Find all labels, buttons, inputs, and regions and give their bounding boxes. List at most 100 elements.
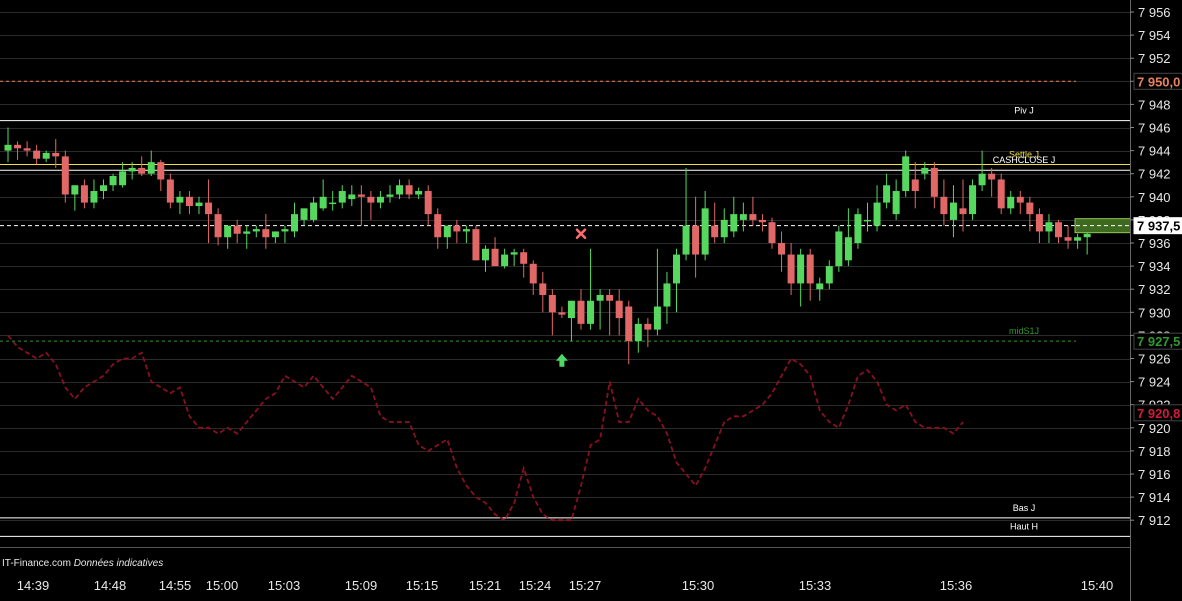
candle-body bbox=[262, 229, 270, 238]
level-label: midS1J bbox=[1009, 326, 1039, 336]
y-tick-label: 7 956 bbox=[1138, 5, 1171, 20]
candle-body bbox=[138, 167, 146, 174]
candle-body bbox=[119, 171, 127, 186]
candle-body bbox=[291, 214, 298, 232]
candle-body bbox=[424, 191, 432, 215]
y-tick-label: 7 926 bbox=[1138, 352, 1171, 367]
candle-body bbox=[271, 231, 279, 238]
x-tick-label: 15:36 bbox=[940, 578, 973, 593]
candle-body bbox=[157, 162, 165, 180]
price-axis-bg bbox=[1130, 0, 1182, 601]
candle-body bbox=[787, 254, 795, 284]
candle-body bbox=[1074, 237, 1082, 241]
candle-body bbox=[997, 179, 1005, 209]
x-tick-label: 14:39 bbox=[17, 578, 50, 593]
candlestick-chart[interactable]: Piv JSettle JCASHCLOSE JmidS1JBas JHaut … bbox=[0, 0, 1182, 601]
candle bbox=[472, 225, 480, 261]
candle-body bbox=[281, 229, 289, 232]
candle-body bbox=[653, 306, 661, 330]
y-tick-label: 7 944 bbox=[1138, 144, 1171, 159]
candle-body bbox=[1035, 214, 1043, 232]
candle-body bbox=[548, 294, 556, 313]
candle-body bbox=[844, 237, 852, 261]
candle-body bbox=[1007, 196, 1015, 209]
candle-body bbox=[329, 202, 337, 205]
y-tick-label: 7 930 bbox=[1138, 305, 1171, 320]
x-tick-label: 15:30 bbox=[682, 578, 715, 593]
candle-body bbox=[472, 229, 480, 261]
candle-body bbox=[462, 229, 470, 232]
candle-body bbox=[1055, 222, 1062, 238]
x-tick-label: 15:27 bbox=[569, 578, 602, 593]
candle-body bbox=[434, 214, 442, 238]
price-tag: 7 920,8 bbox=[1133, 404, 1182, 422]
candle-body bbox=[768, 222, 776, 243]
candle-body bbox=[195, 202, 203, 207]
x-tick-label: 15:21 bbox=[469, 578, 502, 593]
candle-body bbox=[338, 191, 346, 203]
x-tick-label: 15:09 bbox=[345, 578, 378, 593]
candle-body bbox=[1045, 222, 1053, 232]
candle-body bbox=[453, 225, 461, 232]
candle-body bbox=[634, 323, 642, 342]
candle-body bbox=[233, 225, 241, 234]
candle-body bbox=[797, 254, 805, 284]
candle-body bbox=[940, 196, 948, 215]
x-tick-label: 15:03 bbox=[268, 578, 301, 593]
candle-body bbox=[42, 152, 50, 159]
x-tick-label: 15:40 bbox=[1081, 578, 1114, 593]
candle-body bbox=[692, 225, 700, 255]
candle-body bbox=[730, 214, 738, 232]
candle-body bbox=[873, 202, 881, 226]
candle-body bbox=[90, 191, 98, 203]
level-label: CASHCLOSE J bbox=[993, 155, 1056, 165]
candle-body bbox=[883, 185, 891, 203]
x-tick-label: 15:00 bbox=[206, 578, 239, 593]
price-tag-label: 7 950,0 bbox=[1137, 74, 1180, 89]
candle-body bbox=[14, 144, 22, 149]
candle-body bbox=[539, 283, 547, 295]
candle-body bbox=[443, 225, 451, 238]
candle bbox=[854, 208, 862, 249]
candle-body bbox=[701, 208, 709, 255]
y-tick-label: 7 912 bbox=[1138, 513, 1171, 528]
candle-body bbox=[386, 194, 394, 197]
source-disclaimer: Données indicatives bbox=[73, 558, 164, 569]
candle-body bbox=[816, 283, 824, 290]
candle-body bbox=[892, 191, 900, 215]
candle-body bbox=[205, 202, 213, 215]
candle-body bbox=[348, 194, 356, 200]
level-label: Bas J bbox=[1013, 503, 1036, 513]
y-tick-label: 7 952 bbox=[1138, 51, 1171, 66]
candle-body bbox=[596, 294, 604, 301]
candle-body bbox=[33, 150, 41, 159]
candle-body bbox=[921, 167, 929, 174]
candle-body bbox=[166, 179, 174, 203]
x-tick-label: 15:24 bbox=[519, 578, 552, 593]
candle-body bbox=[224, 225, 232, 238]
candle-body bbox=[415, 191, 423, 195]
candle-body bbox=[988, 173, 996, 180]
candle-body bbox=[510, 252, 518, 255]
price-tag-label: 7 920,8 bbox=[1137, 406, 1180, 421]
y-tick-label: 7 934 bbox=[1138, 259, 1171, 274]
y-tick-label: 7 916 bbox=[1138, 467, 1171, 482]
candle-body bbox=[405, 185, 413, 195]
candle-body bbox=[147, 162, 155, 174]
candle-body bbox=[243, 231, 251, 234]
x-tick-label: 14:55 bbox=[159, 578, 192, 593]
candle-body bbox=[969, 185, 977, 215]
candle-body bbox=[109, 176, 117, 186]
candle-body bbox=[749, 214, 757, 220]
candle-body bbox=[61, 156, 69, 195]
candle-body bbox=[52, 152, 60, 157]
candle-body bbox=[376, 196, 384, 203]
source-note: IT-Finance.com Données indicatives bbox=[2, 558, 163, 569]
level-label: Piv J bbox=[1014, 106, 1034, 116]
level-label: Haut H bbox=[1010, 521, 1038, 531]
candle-body bbox=[310, 202, 318, 220]
x-tick-label: 14:48 bbox=[94, 578, 127, 593]
candle-body bbox=[682, 225, 690, 255]
candle-body bbox=[615, 300, 623, 319]
candle-body bbox=[214, 214, 222, 238]
